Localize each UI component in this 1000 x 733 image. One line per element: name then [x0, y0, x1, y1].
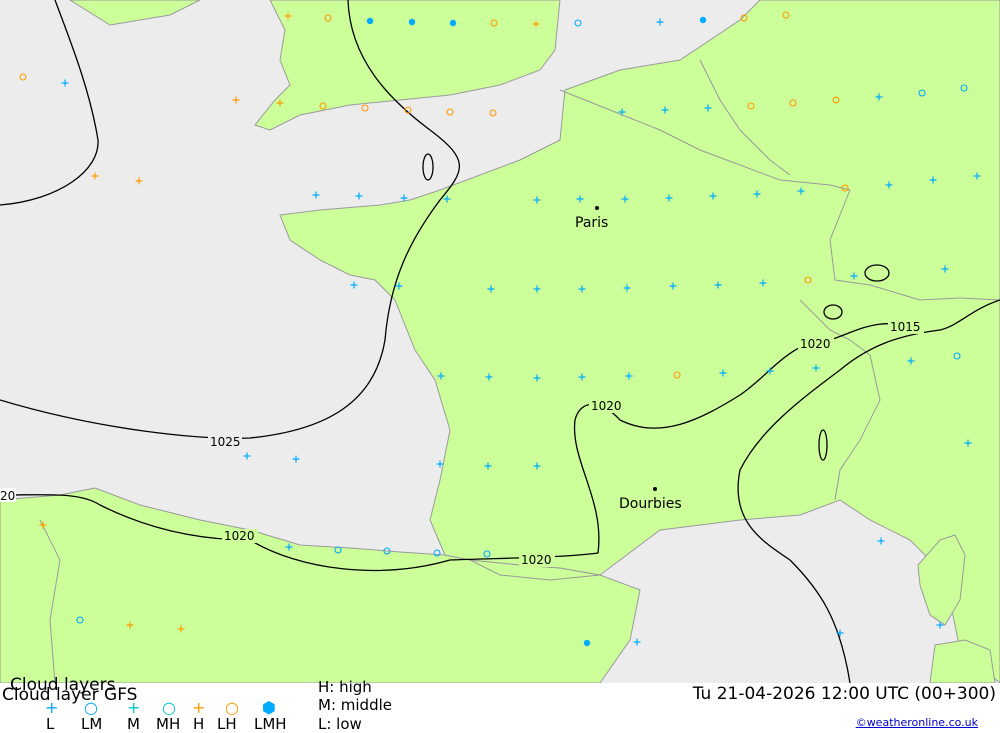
isobar-label-1020-sw: 1020 [224, 529, 255, 543]
isobar-label-1020-c: 1020 [591, 399, 622, 413]
cloud-symbol-dot [408, 18, 416, 26]
legend-label-mh: MH [156, 715, 181, 733]
credit-link[interactable]: ©weatheronline.co.uk [856, 716, 978, 729]
legend-label-lh: LH [217, 715, 237, 733]
isobar-label-1020-e: 1020 [800, 337, 831, 351]
forecast-datetime: Tu 21-04-2026 12:00 UTC (00+300) [692, 684, 996, 704]
legend-label-m: M [127, 715, 140, 733]
legend-label-h: H [193, 715, 205, 733]
isobar-label-edge: 20 [0, 489, 15, 503]
legend-label-l: L [46, 715, 55, 733]
city-dot-paris [595, 206, 599, 210]
legend-footer: Cloud layers Cloud layer GFS + ○ + ○ + ○… [0, 676, 1000, 733]
cloud-symbol-dot [449, 19, 457, 27]
city-dot-dourbies [653, 487, 657, 491]
city-label-paris: Paris [575, 215, 608, 231]
cloud-symbol-dot [699, 16, 707, 24]
isobar-label-1020-s: 1020 [521, 553, 552, 567]
key-low: L: low [318, 715, 362, 733]
legend-label-lmh: LMH [254, 715, 287, 733]
weather-map: 1025 20 1020 1020 1020 1020 1015 Paris D… [0, 0, 1000, 683]
legend-model: Cloud layer GFS [2, 685, 138, 705]
key-middle: M: middle [318, 696, 392, 714]
legend-label-lm: LM [81, 715, 103, 733]
isobar-label-1015: 1015 [890, 320, 921, 334]
cloud-symbol-dot [366, 17, 374, 25]
city-label-dourbies: Dourbies [619, 496, 682, 512]
cloud-symbol-dot [583, 639, 591, 647]
isobar-label-1025: 1025 [210, 435, 241, 449]
key-high: H: high [318, 678, 372, 696]
